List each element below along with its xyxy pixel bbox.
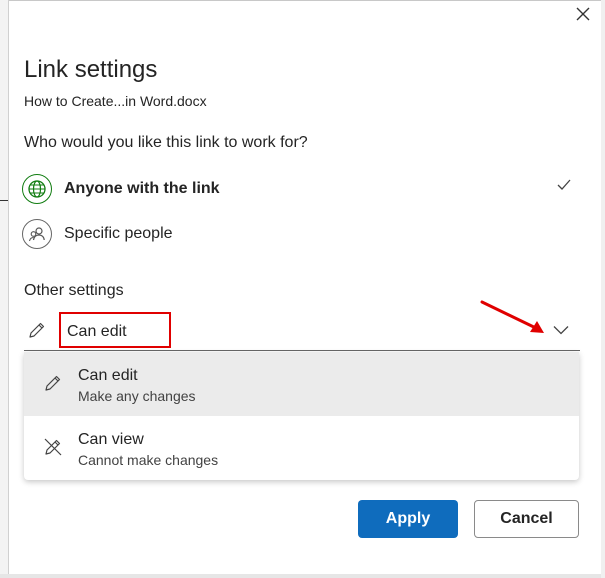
menu-item-label: Can view — [78, 431, 144, 448]
permission-value: Can edit — [67, 323, 127, 340]
cancel-button[interactable]: Cancel — [474, 500, 579, 538]
window-top-edge — [0, 0, 605, 1]
menu-item-description: Make any changes — [78, 388, 196, 404]
pencil-icon — [45, 375, 61, 391]
dialog-left-border — [8, 0, 9, 578]
pencil-icon — [29, 322, 45, 338]
dialog-bottom-edge — [0, 574, 605, 578]
close-icon — [576, 7, 590, 21]
other-settings-heading: Other settings — [24, 282, 124, 299]
option-anyone-with-link[interactable]: Anyone with the link — [22, 171, 582, 207]
close-button[interactable] — [570, 2, 596, 26]
background-left-strip — [0, 0, 8, 578]
checkmark-icon — [557, 179, 571, 190]
chevron-down-icon[interactable] — [553, 325, 569, 335]
dialog-right-edge — [601, 0, 605, 578]
menu-item-label: Can edit — [78, 367, 138, 384]
option-anyone-label: Anyone with the link — [64, 180, 220, 197]
option-specific-label: Specific people — [64, 225, 173, 242]
option-specific-people[interactable]: Specific people — [22, 216, 582, 252]
menu-item-can-edit[interactable]: Can edit Make any changes — [24, 352, 579, 416]
people-icon — [22, 219, 52, 249]
audience-question: Who would you like this link to work for… — [24, 134, 308, 151]
background-line — [0, 200, 8, 201]
menu-item-can-view[interactable]: Can view Cannot make changes — [24, 416, 579, 480]
menu-item-description: Cannot make changes — [78, 452, 219, 468]
dropdown-underline — [24, 350, 580, 351]
dialog-title: Link settings — [24, 56, 158, 83]
permission-menu: Can edit Make any changes Can view Canno… — [24, 352, 579, 480]
pencil-off-icon — [44, 438, 62, 456]
apply-button[interactable]: Apply — [358, 500, 458, 538]
red-arrow-annotation — [480, 300, 544, 333]
globe-icon — [22, 174, 52, 204]
file-name: How to Create...in Word.docx — [24, 93, 207, 109]
